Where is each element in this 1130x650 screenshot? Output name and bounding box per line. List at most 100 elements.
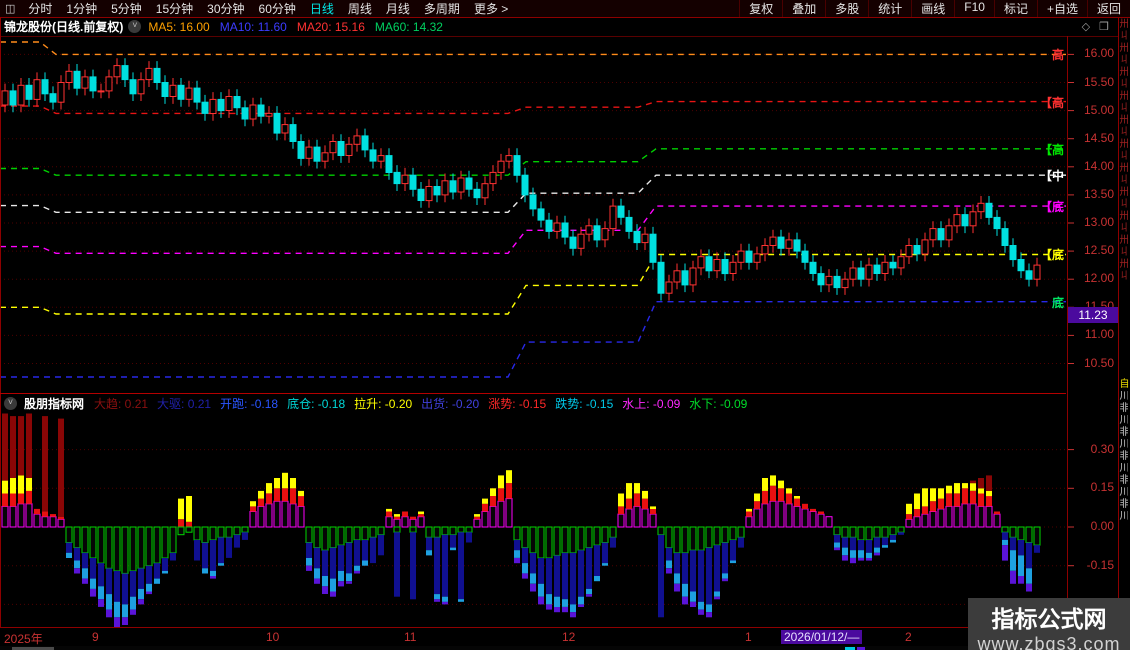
period-tab-多周期[interactable]: 多周期 — [424, 0, 460, 17]
candle-body — [713, 259, 721, 272]
histogram-bar-negative — [850, 537, 856, 551]
period-tabs: 分时 1分钟 5分钟 15分钟 30分钟 60分钟 日线 周线 月线 多周期 更多 > — [21, 0, 515, 17]
histogram-bar-negative — [1010, 537, 1016, 551]
histogram-bar-negative — [666, 568, 672, 574]
period-tab-更多 >[interactable]: 更多 > — [474, 0, 508, 17]
action-button-复权[interactable]: 复权 — [739, 0, 782, 17]
histogram-bar-negative — [73, 526, 81, 549]
candle-body — [937, 228, 945, 241]
band-line — [0, 301, 1066, 378]
histogram-bar-negative — [194, 539, 200, 561]
period-tab-5分钟[interactable]: 5分钟 — [111, 0, 142, 17]
ma-values: MA5: 16.00 MA10: 11.60 MA20: 15.16 MA60: 14… — [148, 20, 453, 34]
period-tab-30分钟[interactable]: 30分钟 — [207, 0, 244, 17]
histogram-bar-negative — [522, 563, 528, 574]
chevron-down-icon[interactable]: ˅ — [128, 20, 142, 33]
candle-body — [1017, 259, 1025, 272]
action-button-标记[interactable]: 标记 — [993, 0, 1037, 17]
toolbar-actions: 复权 叠加 多股 统计 画线 F10 标记 +自选 返回 — [739, 0, 1130, 17]
indicator-value: 水下: -0.09 — [689, 396, 748, 411]
window-icon[interactable]: ◫ — [5, 2, 15, 15]
histogram-bar-negative — [354, 565, 360, 571]
histogram-bar-positive — [785, 503, 793, 528]
period-tab-日线[interactable]: 日线 — [310, 0, 334, 17]
histogram-bar-positive — [290, 478, 296, 489]
action-button-统计[interactable]: 统计 — [868, 0, 911, 17]
histogram-bar-positive — [794, 498, 800, 507]
histogram-bar-negative — [1002, 532, 1008, 540]
histogram-bar-negative — [82, 568, 88, 579]
chart-canvas[interactable] — [0, 0, 1130, 650]
time-axis[interactable]: 2025年 9 10 11 12 1 2026/01/12/— 2 — [0, 627, 1130, 647]
candle-body — [801, 250, 809, 263]
candle-body — [369, 149, 377, 162]
histogram-bar-positive — [2, 493, 8, 507]
histogram-bar-positive — [2, 413, 8, 481]
histogram-bar-negative — [434, 599, 440, 602]
period-tab-1分钟[interactable]: 1分钟 — [66, 0, 97, 17]
action-button-叠加[interactable]: 叠加 — [782, 0, 825, 17]
histogram-bar-positive — [778, 488, 784, 502]
candle-body — [137, 79, 145, 95]
right-edge-strip[interactable]: 卅丩卅丩卅丩卅丩卅丩卅丩卅丩卅丩卅丩卅丩卅丩 自 川非川非川非川非川非川 — [1118, 18, 1130, 650]
histogram-bar-negative — [330, 547, 336, 579]
indicator-value: 跌势: -0.15 — [555, 396, 614, 411]
histogram-bar-positive — [58, 516, 64, 520]
histogram-bar-positive — [618, 493, 624, 507]
histogram-bar-negative — [1017, 526, 1025, 541]
candle-body — [529, 194, 537, 210]
indicator-name: 股朋指标网 — [24, 396, 85, 411]
action-button-画线[interactable]: 画线 — [911, 0, 954, 17]
histogram-bar-negative — [338, 570, 344, 582]
histogram-bar-negative — [242, 532, 248, 540]
histogram-bar-positive — [650, 508, 656, 515]
action-button-多股[interactable]: 多股 — [825, 0, 868, 17]
histogram-bar-negative — [65, 526, 73, 543]
time-axis-label: 2 — [905, 630, 912, 644]
histogram-bar-negative — [322, 550, 328, 576]
histogram-bar-negative — [393, 526, 401, 533]
histogram-bar-negative — [1018, 576, 1024, 584]
histogram-bar-negative — [722, 573, 728, 579]
candle-body — [337, 141, 345, 156]
right-edge-accent-glyph: 自 — [1118, 378, 1128, 390]
histogram-bar-positive — [938, 488, 944, 499]
candle-body — [465, 177, 473, 190]
histogram-bar-positive — [409, 518, 417, 528]
histogram-bar-negative — [306, 558, 312, 566]
histogram-bar-positive — [290, 488, 296, 504]
histogram-bar-negative — [689, 526, 697, 551]
histogram-bar-positive — [274, 488, 280, 502]
period-tab-分时[interactable]: 分时 — [28, 0, 52, 17]
action-button-+自选[interactable]: +自选 — [1036, 0, 1087, 17]
histogram-bar-negative — [162, 558, 168, 571]
histogram-bar-negative — [714, 545, 720, 592]
period-tab-15分钟[interactable]: 15分钟 — [156, 0, 193, 17]
histogram-bar-positive — [986, 475, 992, 491]
histogram-bar-positive — [954, 493, 960, 507]
histogram-bar-negative — [553, 526, 561, 556]
title-corner-icons[interactable]: ◇ ❒ — [1082, 20, 1112, 33]
histogram-bar-negative — [218, 537, 224, 564]
histogram-bar-positive — [490, 488, 496, 496]
histogram-bar-positive — [970, 483, 976, 491]
indicator-collapse-icon[interactable]: ˅ — [4, 396, 17, 410]
action-button-返回[interactable]: 返回 — [1086, 0, 1130, 17]
candle-body — [41, 79, 49, 95]
period-tab-60分钟[interactable]: 60分钟 — [259, 0, 296, 17]
histogram-bar-negative — [209, 526, 217, 541]
histogram-bar-negative — [161, 526, 169, 559]
histogram-bar-negative — [410, 532, 416, 600]
period-tab-周线[interactable]: 周线 — [348, 0, 372, 17]
period-tab-月线[interactable]: 月线 — [386, 0, 410, 17]
histogram-bar-positive — [386, 508, 392, 512]
action-button-F10[interactable]: F10 — [954, 0, 994, 17]
histogram-bar-positive — [993, 513, 1001, 528]
candle-body — [281, 124, 289, 134]
candle-body — [689, 267, 697, 286]
time-axis-label: 9 — [92, 630, 99, 644]
candle-body — [81, 76, 89, 89]
histogram-bar-positive — [953, 505, 961, 528]
histogram-bar-negative — [193, 526, 201, 541]
histogram-bar-negative — [1026, 542, 1032, 569]
